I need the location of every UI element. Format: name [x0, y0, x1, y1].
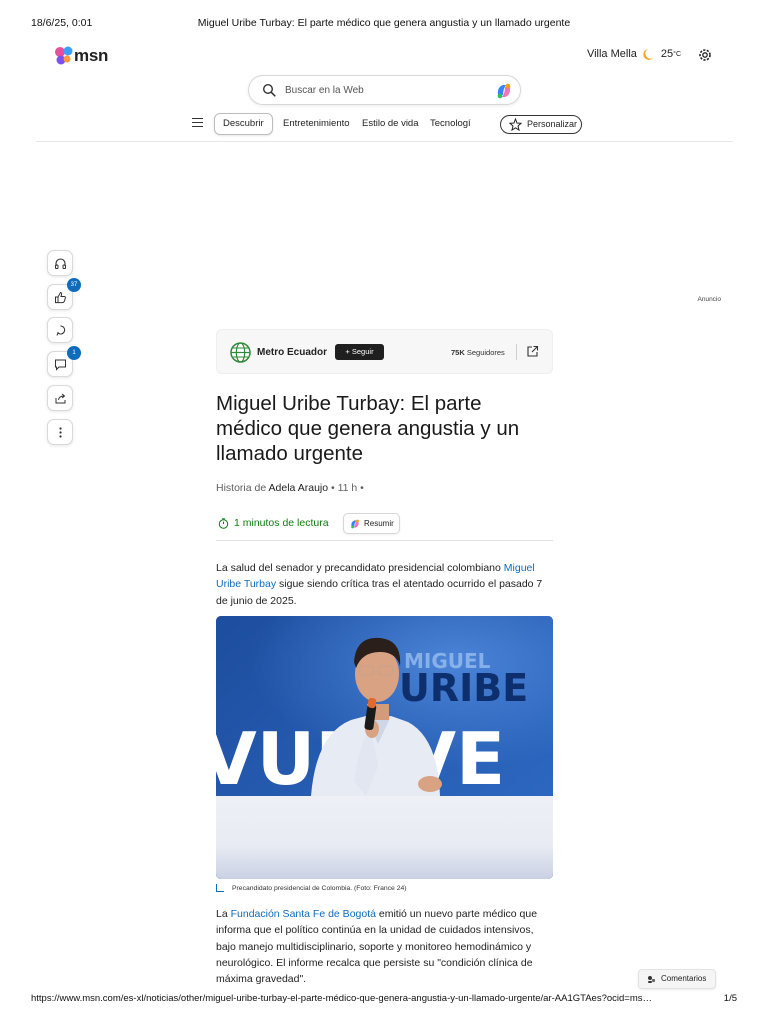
weather-city: Villa Mella — [586, 48, 637, 60]
article-paragraph-2: La Fundación Santa Fe de Bogotá emitió u… — [216, 906, 553, 987]
search-icon — [262, 83, 276, 97]
weather-temp: 25 — [660, 48, 674, 60]
print-title: Miguel Uribe Turbay: El parte médico que… — [197, 17, 571, 29]
summarize-label: Resumir — [364, 519, 394, 528]
publish-time: • 11 h • — [331, 482, 364, 494]
print-url: https://www.msn.com/es-xl/noticias/other… — [31, 993, 653, 1004]
section-rule — [216, 540, 553, 541]
thumbs-up-icon — [55, 291, 66, 304]
followers-number: 75K — [451, 348, 465, 357]
gear-icon[interactable] — [697, 47, 713, 63]
print-page-number: 1/5 — [723, 993, 737, 1004]
butterfly-icon — [55, 46, 73, 65]
followers-count: 75K Seguidores — [451, 348, 505, 357]
external-link-icon[interactable] — [526, 345, 539, 358]
link-fundacion-santa-fe[interactable]: Fundación Santa Fe de Bogotá — [231, 908, 376, 920]
comment-count-badge: 1 — [67, 346, 81, 360]
follow-button[interactable]: + Seguir — [335, 344, 384, 360]
share-button[interactable] — [47, 385, 73, 411]
tab-estilo-de-vida[interactable]: Estilo de vida — [362, 113, 419, 135]
print-footer: https://www.msn.com/es-xl/noticias/other… — [0, 993, 768, 1007]
header-divider — [36, 141, 733, 142]
article-image[interactable]: MIGUEL URIBE VUELVE — [216, 616, 553, 879]
read-time: 1 minutos de lectura — [218, 517, 329, 529]
pencil-star-icon — [509, 118, 522, 131]
ad-label: Anuncio — [697, 296, 722, 303]
comments-button[interactable]: Comentarios — [638, 969, 716, 989]
paragraph-2-text-a: La — [216, 908, 231, 920]
globe-icon[interactable] — [230, 342, 251, 363]
publisher-card: Metro Ecuador + Seguir 75K Seguidores — [216, 329, 553, 374]
read-time-label: 1 minutos de lectura — [234, 517, 329, 529]
listen-button[interactable] — [47, 250, 73, 276]
caption-text: Precandidato presidencial de Colombia. (… — [232, 885, 407, 892]
moon-icon — [643, 49, 653, 60]
dislike-button[interactable] — [47, 317, 73, 343]
search-input[interactable] — [285, 82, 475, 98]
msn-logo[interactable]: msn — [53, 45, 108, 67]
caption-corner-icon — [216, 883, 224, 892]
share-icon — [55, 393, 66, 404]
more-vertical-icon — [59, 427, 62, 438]
comments-icon — [648, 976, 656, 983]
weather-widget[interactable]: Villa Mella 25 °C — [587, 47, 681, 61]
byline-prefix: Historia de — [216, 482, 267, 494]
print-header: 18/6/25, 0:01 Miguel Uribe Turbay: El pa… — [0, 17, 768, 31]
image-text-uribe: URIBE — [399, 666, 528, 710]
followers-label: Seguidores — [466, 348, 505, 357]
article-title: Miguel Uribe Turbay: El parte médico que… — [216, 392, 520, 465]
copilot-icon — [351, 519, 359, 529]
copilot-icon[interactable] — [494, 81, 514, 101]
top-nav: Descubrir Entretenimiento Estilo de vida… — [0, 113, 768, 135]
author-name[interactable]: Adela Araujo — [269, 482, 329, 494]
article-paragraph-1: La salud del senador y precandidato pres… — [216, 560, 553, 609]
paragraph-1-text-a: La salud del senador y precandidato pres… — [216, 562, 504, 574]
headphones-icon — [55, 258, 66, 269]
tab-descubrir[interactable]: Descubrir — [214, 113, 273, 135]
menu-icon[interactable] — [192, 118, 203, 127]
timer-icon — [218, 517, 229, 529]
search-box[interactable] — [248, 75, 521, 105]
like-count-badge: 37 — [67, 278, 81, 292]
personalize-button[interactable]: Personalizar — [500, 115, 582, 134]
article-photo: MIGUEL URIBE VUELVE — [216, 616, 553, 879]
personalize-label: Personalizar — [527, 119, 578, 129]
tab-tecnologia[interactable]: Tecnologí — [430, 113, 471, 135]
byline: Historia de Adela Araujo • 11 h • — [216, 482, 364, 494]
tab-entretenimiento[interactable]: Entretenimiento — [283, 113, 350, 135]
thumbs-down-icon — [56, 325, 66, 336]
publisher-name[interactable]: Metro Ecuador — [257, 347, 327, 358]
logo-text: msn — [74, 46, 109, 65]
weather-unit: °C — [673, 50, 681, 58]
comments-label: Comentarios — [661, 974, 707, 983]
publisher-separator — [516, 344, 517, 360]
more-options-button[interactable] — [47, 419, 73, 445]
image-caption: Precandidato presidencial de Colombia. (… — [216, 883, 407, 892]
summarize-button[interactable]: Resumir — [343, 513, 400, 534]
comment-icon — [55, 359, 66, 371]
